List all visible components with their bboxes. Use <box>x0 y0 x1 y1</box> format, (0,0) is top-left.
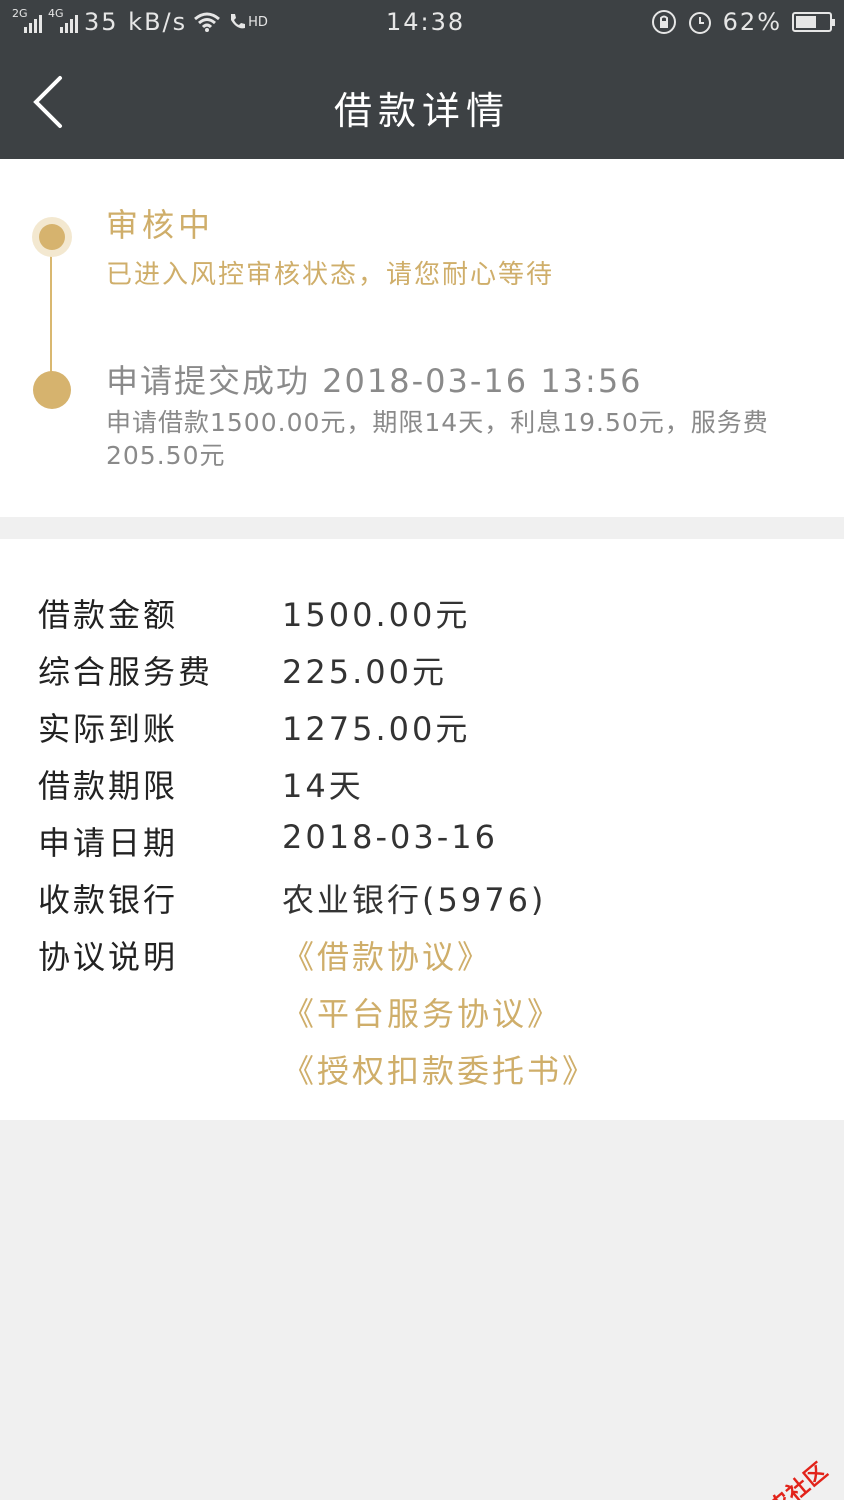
detail-label: 借款金额 <box>38 596 179 634</box>
timeline-status-desc: 已进入风控审核状态，请您耐心等待 <box>106 260 555 290</box>
watermark: 卡农社区 <box>718 1453 834 1500</box>
detail-label: 协议说明 <box>38 938 179 976</box>
watermark-text: 卡农社区 <box>746 1458 834 1500</box>
detail-label: 收款银行 <box>38 881 179 919</box>
detail-value: 225.00元 <box>282 653 447 691</box>
nav-bar: 借款详情 <box>0 46 844 159</box>
timeline-dot-current <box>32 217 72 257</box>
detail-label: 申请日期 <box>38 824 179 862</box>
detail-value: 2018-03-16 <box>282 818 498 856</box>
loan-agreement-link[interactable]: 《借款协议》 <box>282 932 492 978</box>
debit-authorization-link[interactable]: 《授权扣款委托书》 <box>282 1046 597 1092</box>
timeline-submit-title: 申请提交成功 2018-03-16 13:56 <box>106 362 643 400</box>
hd-call-icon: HD <box>227 12 268 32</box>
detail-label: 综合服务费 <box>38 653 214 691</box>
clock: 14:38 <box>386 8 466 36</box>
battery-icon <box>792 12 835 32</box>
detail-value: 农业银行(5976) <box>282 881 547 919</box>
detail-label: 借款期限 <box>38 767 179 805</box>
rotation-lock-icon <box>651 10 676 34</box>
timeline-connector <box>50 240 52 380</box>
detail-value: 1275.00元 <box>282 710 471 748</box>
detail-value: 1500.00元 <box>282 596 471 634</box>
network-type-label: 4G <box>48 7 64 20</box>
cellular-signal-icon: 2G <box>12 7 42 33</box>
wifi-icon <box>194 12 221 32</box>
timeline-submit-desc: 申请借款1500.00元，期限14天，利息19.50元，服务费205.50元 <box>106 408 769 470</box>
network-type-label: 2G <box>12 7 28 20</box>
alarm-icon <box>688 12 711 34</box>
cellular-signal-icon: 4G <box>48 7 78 33</box>
status-bar: 2G 4G 35 kB/s HD 14:38 62% <box>0 0 844 46</box>
page-title: 借款详情 <box>333 89 510 133</box>
timeline-dot-done <box>33 371 71 409</box>
platform-service-agreement-link[interactable]: 《平台服务协议》 <box>282 989 562 1035</box>
timeline-status-title: 审核中 <box>106 206 215 244</box>
detail-label: 实际到账 <box>38 710 179 748</box>
detail-value: 14天 <box>282 767 364 805</box>
battery-percent: 62% <box>722 8 782 36</box>
network-speed: 35 kB/s <box>84 8 188 36</box>
